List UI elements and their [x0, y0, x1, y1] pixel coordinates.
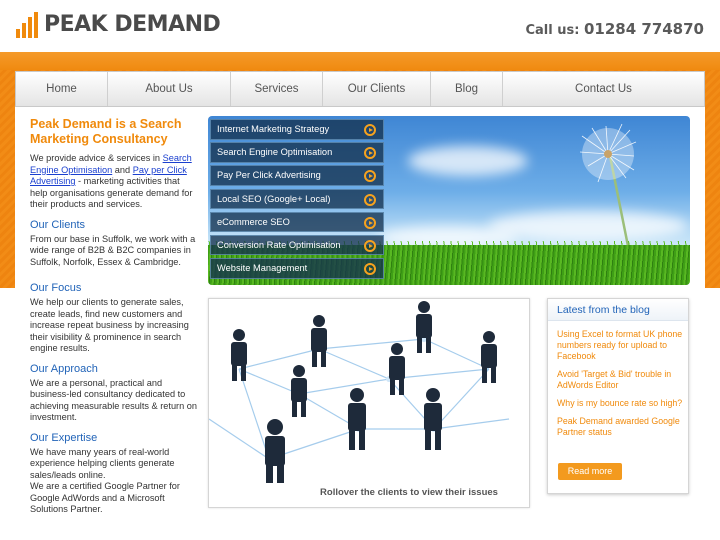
section-title-approach[interactable]: Our Approach	[30, 363, 198, 376]
phone-number[interactable]: 01284 774870	[584, 20, 704, 38]
blog-title: Latest from the blog	[548, 299, 688, 321]
arrow-right-icon	[364, 147, 376, 160]
network-diagram[interactable]	[208, 299, 529, 484]
menu-label: Internet Marketing Strategy	[217, 124, 330, 134]
blog-post-link[interactable]: Using Excel to format UK phone numbers r…	[557, 329, 683, 362]
intro-text-start: We provide advice & services in	[30, 153, 161, 163]
client-network: Rollover the clients to view their issue…	[208, 298, 530, 508]
person-icon	[265, 419, 285, 483]
menu-item-ppc[interactable]: Pay Per Click Advertising	[210, 165, 384, 186]
section-text-approach: We are a personal, practical and busines…	[30, 377, 197, 423]
menu-label: Website Management	[217, 263, 308, 274]
person-icon	[231, 329, 247, 381]
section-text-expertise-2: We are a certified Google Partner for Go…	[30, 481, 180, 514]
orange-band-top	[0, 52, 720, 70]
blog-post-link[interactable]: Why is my bounce rate so high?	[557, 398, 683, 409]
logo[interactable]: PEAK DEMAND	[16, 12, 221, 38]
nav-blog[interactable]: Blog	[431, 72, 503, 106]
person-icon	[311, 315, 327, 367]
person-icon	[348, 388, 366, 450]
menu-label: Local SEO (Google+ Local)	[217, 193, 331, 204]
blog-widget: Latest from the blog Using Excel to form…	[547, 298, 689, 494]
section-title-clients[interactable]: Our Clients	[30, 219, 198, 232]
blog-post-link[interactable]: Peak Demand awarded Google Partner statu…	[557, 416, 683, 438]
arrow-right-icon	[364, 263, 376, 276]
section-text-clients: From our base in Suffolk, we work with a…	[30, 233, 196, 267]
menu-label: Pay Per Click Advertising	[217, 170, 321, 181]
menu-label: eCommerce SEO	[217, 216, 290, 227]
menu-item-local-seo[interactable]: Local SEO (Google+ Local)	[210, 188, 384, 210]
menu-label: Search Engine Optimisation	[217, 147, 333, 158]
arrow-right-icon	[364, 239, 376, 252]
arrow-right-icon	[364, 170, 376, 183]
cloud	[408, 146, 528, 176]
person-icon	[424, 388, 442, 450]
blog-post-link[interactable]: Avoid 'Target & Bid' trouble in AdWords …	[557, 369, 683, 391]
nav-services[interactable]: Services	[231, 72, 323, 106]
menu-item-ecommerce-seo[interactable]: eCommerce SEO	[210, 211, 384, 233]
blog-list: Using Excel to format UK phone numbers r…	[557, 329, 683, 445]
call-us: Call us: 01284 774870	[525, 20, 704, 38]
intro-text: We provide advice & services in Search E…	[30, 153, 198, 211]
services-menu: Internet Marketing Strategy Search Engin…	[210, 119, 384, 281]
nav-about-us[interactable]: About Us	[108, 72, 231, 106]
menu-item-cro[interactable]: Conversion Rate Optimisation	[210, 234, 384, 256]
left-column: Peak Demand is a Search Marketing Consul…	[30, 117, 198, 516]
read-more-button[interactable]: Read more	[558, 463, 622, 480]
section-title-focus[interactable]: Our Focus	[30, 282, 198, 295]
menu-item-internet-marketing[interactable]: Internet Marketing Strategy	[210, 119, 384, 140]
nav-our-clients[interactable]: Our Clients	[323, 72, 431, 106]
arrow-right-icon	[364, 216, 376, 229]
section-text-expertise: We have many years of real-world experie…	[30, 446, 175, 480]
person-icon	[291, 365, 307, 417]
main-nav: Home About Us Services Our Clients Blog …	[15, 71, 705, 107]
hero-banner: Internet Marketing Strategy Search Engin…	[208, 116, 690, 285]
menu-item-seo[interactable]: Search Engine Optimisation	[210, 142, 384, 163]
intro-text-and: and	[114, 164, 131, 175]
person-icon	[481, 331, 497, 383]
nav-home[interactable]: Home	[16, 72, 108, 106]
arrow-right-icon	[364, 193, 376, 206]
call-label: Call us:	[525, 23, 580, 38]
logo-bars-icon	[16, 12, 38, 38]
person-icon	[416, 301, 432, 353]
nav-contact-us[interactable]: Contact Us	[503, 72, 704, 106]
arrow-right-icon	[364, 124, 376, 136]
site-header: PEAK DEMAND Call us: 01284 774870	[0, 0, 720, 52]
section-text-focus: We help our clients to generate sales, c…	[30, 297, 189, 353]
section-title-expertise[interactable]: Our Expertise	[30, 432, 198, 445]
logo-text: PEAK DEMAND	[44, 12, 221, 37]
network-caption: Rollover the clients to view their issue…	[320, 487, 498, 498]
menu-item-website-management[interactable]: Website Management	[210, 258, 384, 279]
intro-title: Peak Demand is a Search Marketing Consul…	[30, 117, 182, 146]
menu-label: Conversion Rate Optimisation	[217, 239, 341, 250]
